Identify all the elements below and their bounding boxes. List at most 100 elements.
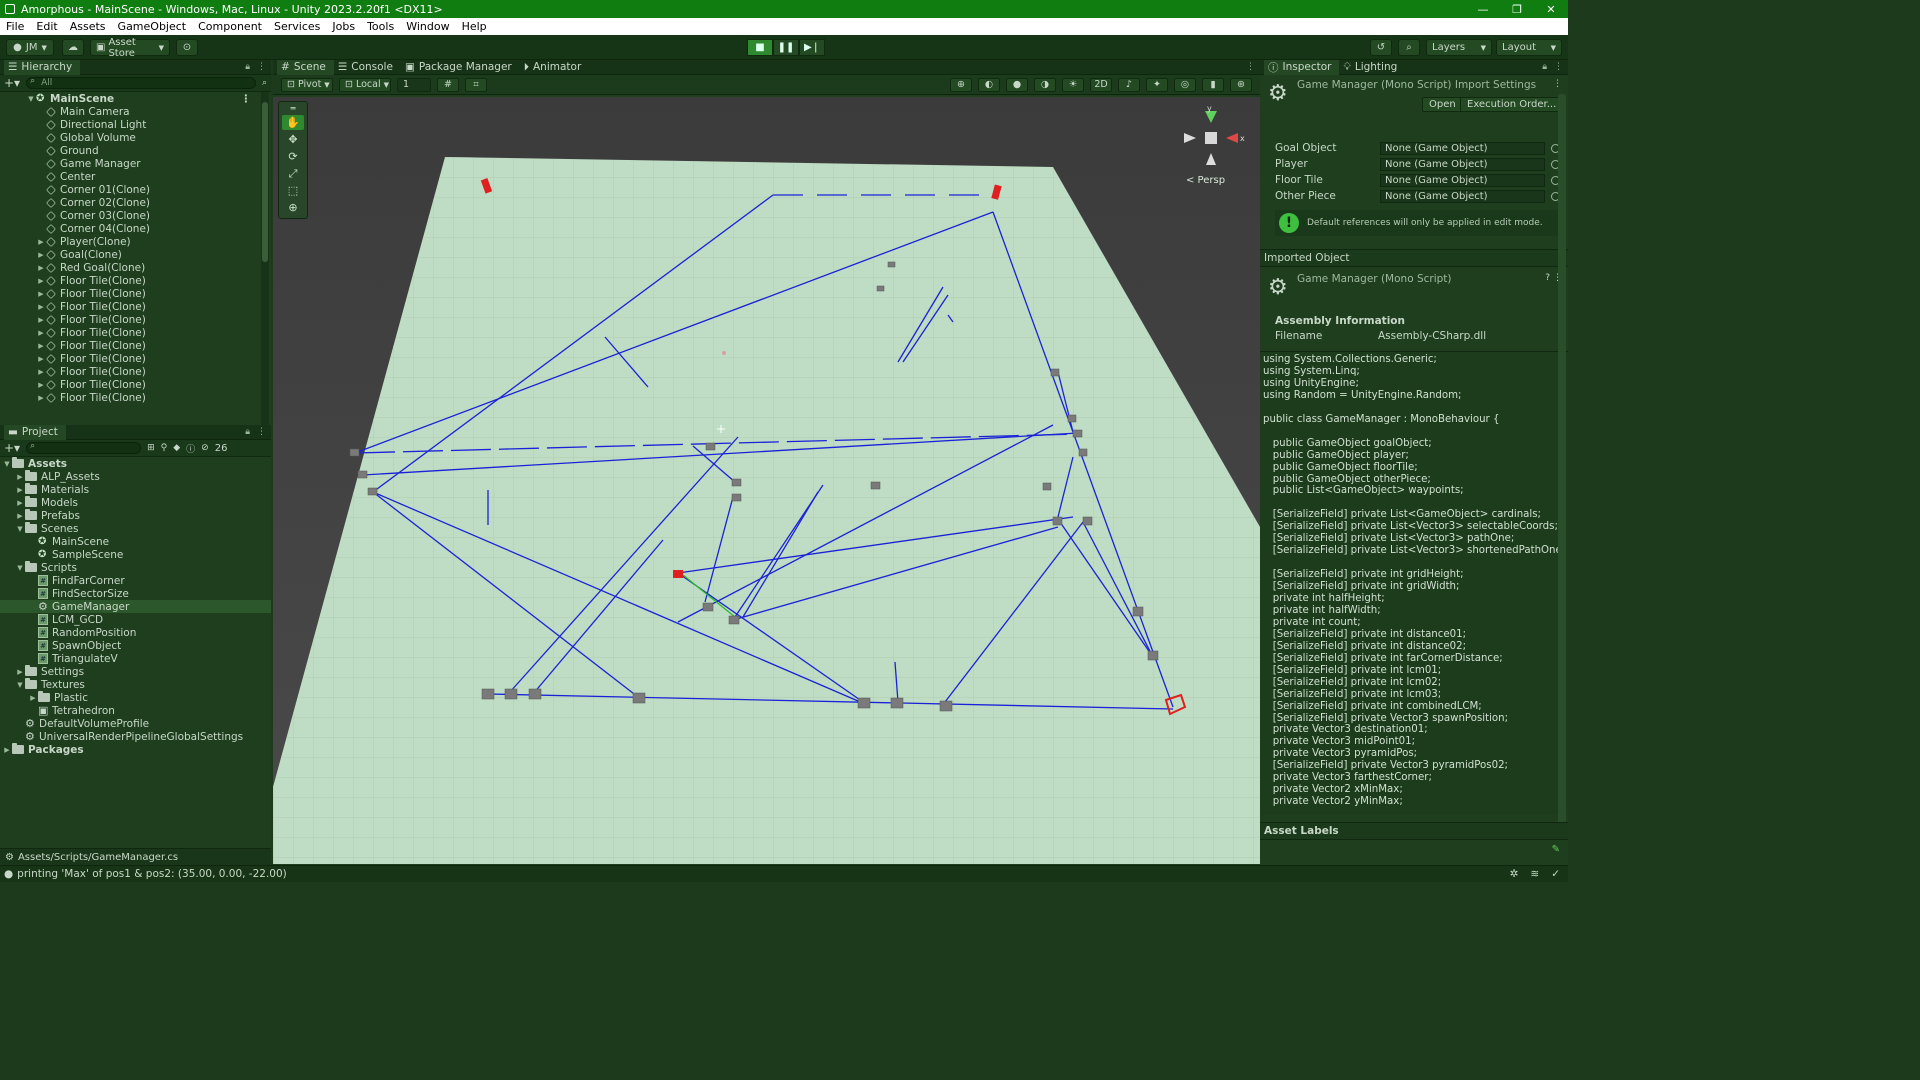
project-item[interactable]: ▼ Scripts — [0, 561, 271, 574]
menu-help[interactable]: Help — [456, 20, 493, 33]
grid-icon[interactable]: # — [437, 77, 459, 92]
wireframe-icon[interactable]: ◐ — [978, 77, 1000, 92]
hierarchy-item[interactable]: Corner 01(Clone) — [0, 183, 271, 196]
asset-store-button[interactable]: ▣ Asset Store ▼ — [90, 37, 170, 59]
hierarchy-item[interactable]: ▶ Floor Tile(Clone) — [0, 300, 271, 313]
menu-file[interactable]: File — [0, 20, 30, 33]
add-icon[interactable]: +▾ — [4, 441, 20, 455]
hierarchy-item[interactable]: ▶ Floor Tile(Clone) — [0, 365, 271, 378]
project-item[interactable]: ▶ Packages — [0, 743, 271, 756]
expand-arrow-icon[interactable]: ▶ — [36, 368, 46, 376]
rotate-tool-icon[interactable]: ⟳ — [282, 149, 304, 164]
expand-arrow-icon[interactable]: ▶ — [36, 355, 46, 363]
object-field[interactable]: None (Game Object) — [1380, 157, 1545, 171]
visibility-icon[interactable]: ◎ — [1174, 77, 1196, 92]
minimize-icon[interactable]: — — [1466, 3, 1500, 16]
project-item[interactable]: # RandomPosition — [0, 626, 271, 639]
hierarchy-item[interactable]: Corner 03(Clone) — [0, 209, 271, 222]
expand-arrow-icon[interactable]: ▶ — [36, 342, 46, 350]
hierarchy-item[interactable]: ▶ Floor Tile(Clone) — [0, 378, 271, 391]
open-button[interactable]: Open — [1422, 97, 1463, 112]
project-item[interactable]: ▶ Materials — [0, 483, 271, 496]
scene-search-icon[interactable]: ⌕ — [262, 78, 267, 88]
expand-arrow-icon[interactable]: ▶ — [36, 277, 46, 285]
tab-console[interactable]: ☰ Console — [334, 60, 401, 75]
account-dropdown[interactable]: ● JM ▼ — [6, 39, 54, 56]
expand-arrow-icon[interactable]: ▶ — [2, 746, 12, 754]
project-item[interactable]: ⚙ DefaultVolumeProfile — [0, 717, 271, 730]
tag-icon[interactable]: ✎ — [1552, 844, 1560, 855]
mode-2d-button[interactable]: 2D — [1090, 77, 1112, 92]
tab-scene[interactable]: # Scene — [277, 59, 334, 75]
hierarchy-item[interactable]: Game Manager — [0, 157, 271, 170]
project-item[interactable]: # TriangulateV — [0, 652, 271, 665]
project-item[interactable]: ▶ Settings — [0, 665, 271, 678]
hierarchy-item[interactable]: ▶ Floor Tile(Clone) — [0, 391, 271, 404]
project-item[interactable]: ▼ Scenes — [0, 522, 271, 535]
hierarchy-item[interactable]: ▶ Goal(Clone) — [0, 248, 271, 261]
tab-animator[interactable]: ⏵ Animator — [520, 60, 590, 75]
expand-arrow-icon[interactable]: ▼ — [15, 681, 25, 689]
status-message[interactable]: printing 'Max' of pos1 & pos2: (35.00, 0… — [17, 868, 287, 880]
progress-icon[interactable]: ≋ — [1530, 868, 1539, 880]
hierarchy-item[interactable]: ▶ Red Goal(Clone) — [0, 261, 271, 274]
expand-arrow-icon[interactable]: ▼ — [2, 460, 12, 468]
menu-gameobject[interactable]: GameObject — [112, 20, 193, 33]
expand-arrow-icon[interactable]: ▶ — [36, 381, 46, 389]
lock-icon[interactable]: 🔒︎ — [1542, 62, 1547, 72]
menu-services[interactable]: Services — [268, 20, 326, 33]
menu-window[interactable]: Window — [400, 20, 455, 33]
expand-arrow-icon[interactable]: ▶ — [15, 512, 25, 520]
expand-arrow-icon[interactable]: ▶ — [36, 264, 46, 272]
search-icon[interactable]: ⌕ — [1398, 39, 1420, 56]
cloud-icon[interactable]: ☁ — [62, 39, 84, 56]
project-item[interactable]: ⚙ UniversalRenderPipelineGlobalSettings — [0, 730, 271, 743]
tab-hierarchy[interactable]: ☰ Hierarchy — [4, 59, 81, 75]
expand-arrow-icon[interactable]: ▶ — [36, 329, 46, 337]
hierarchy-item[interactable]: Center — [0, 170, 271, 183]
hidden-packages-icon[interactable]: ⊘ — [201, 443, 209, 453]
move-tool-icon[interactable]: ✥ — [282, 132, 304, 147]
axis-gizmo-icon[interactable]: y x — [1176, 103, 1246, 173]
bug-icon[interactable]: ✲ — [1510, 868, 1519, 880]
camera-icon[interactable]: ▮ — [1202, 77, 1224, 92]
audio-icon[interactable]: ♪ — [1118, 77, 1140, 92]
hierarchy-item[interactable]: Main Camera — [0, 105, 271, 118]
play-button[interactable]: ■ — [747, 39, 773, 56]
object-field[interactable]: None (Game Object) — [1380, 173, 1545, 187]
hierarchy-item[interactable]: ▶ Floor Tile(Clone) — [0, 287, 271, 300]
expand-arrow-icon[interactable]: ▶ — [36, 290, 46, 298]
scale-tool-icon[interactable]: ⤢ — [282, 166, 304, 181]
close-icon[interactable]: ✕ — [1534, 3, 1568, 16]
hierarchy-item[interactable]: Global Volume — [0, 131, 271, 144]
pause-button[interactable]: ❚❚ — [773, 39, 799, 56]
tab-project[interactable]: ▬ Project — [4, 424, 66, 440]
project-item[interactable]: ⚙ GameManager — [0, 600, 271, 613]
scrollbar-thumb[interactable] — [262, 102, 268, 262]
expand-arrow-icon[interactable]: ▶ — [36, 316, 46, 324]
scene-more-icon[interactable]: ⋮ — [241, 93, 252, 105]
filter-icon[interactable]: ⚲ — [161, 443, 168, 453]
expand-arrow-icon[interactable]: ▶ — [15, 473, 25, 481]
persp-label[interactable]: < Persp — [1186, 175, 1225, 186]
hierarchy-item[interactable]: Corner 02(Clone) — [0, 196, 271, 209]
sun-icon[interactable]: ☀ — [1062, 77, 1084, 92]
hierarchy-scrollbar[interactable] — [261, 92, 269, 425]
project-item[interactable]: ▣ Tetrahedron — [0, 704, 271, 717]
hierarchy-item[interactable]: ▶ Floor Tile(Clone) — [0, 274, 271, 287]
grid-snap-value[interactable]: 1 — [397, 77, 431, 92]
header-more-icon[interactable]: ⋮ — [1553, 79, 1562, 89]
expand-arrow-icon[interactable]: ▶ — [36, 251, 46, 259]
expand-arrow-icon[interactable]: ▼ — [15, 525, 25, 533]
draw-mode-icon[interactable]: ⊕ — [950, 77, 972, 92]
project-item[interactable]: ▶ Plastic — [0, 691, 271, 704]
snap-icon[interactable]: ⌗ — [465, 77, 487, 92]
project-item[interactable]: ▼ Textures — [0, 678, 271, 691]
project-item[interactable]: ▶ Models — [0, 496, 271, 509]
expand-arrow-icon[interactable]: ▶ — [15, 668, 25, 676]
step-button[interactable]: ▶❘ — [799, 39, 825, 56]
transform-tool-icon[interactable]: ⊕ — [282, 200, 304, 215]
tab-inspector[interactable]: ⓘ Inspector — [1264, 59, 1340, 75]
lock-icon[interactable]: 🔒︎ — [245, 427, 250, 437]
object-field[interactable]: None (Game Object) — [1380, 141, 1545, 155]
